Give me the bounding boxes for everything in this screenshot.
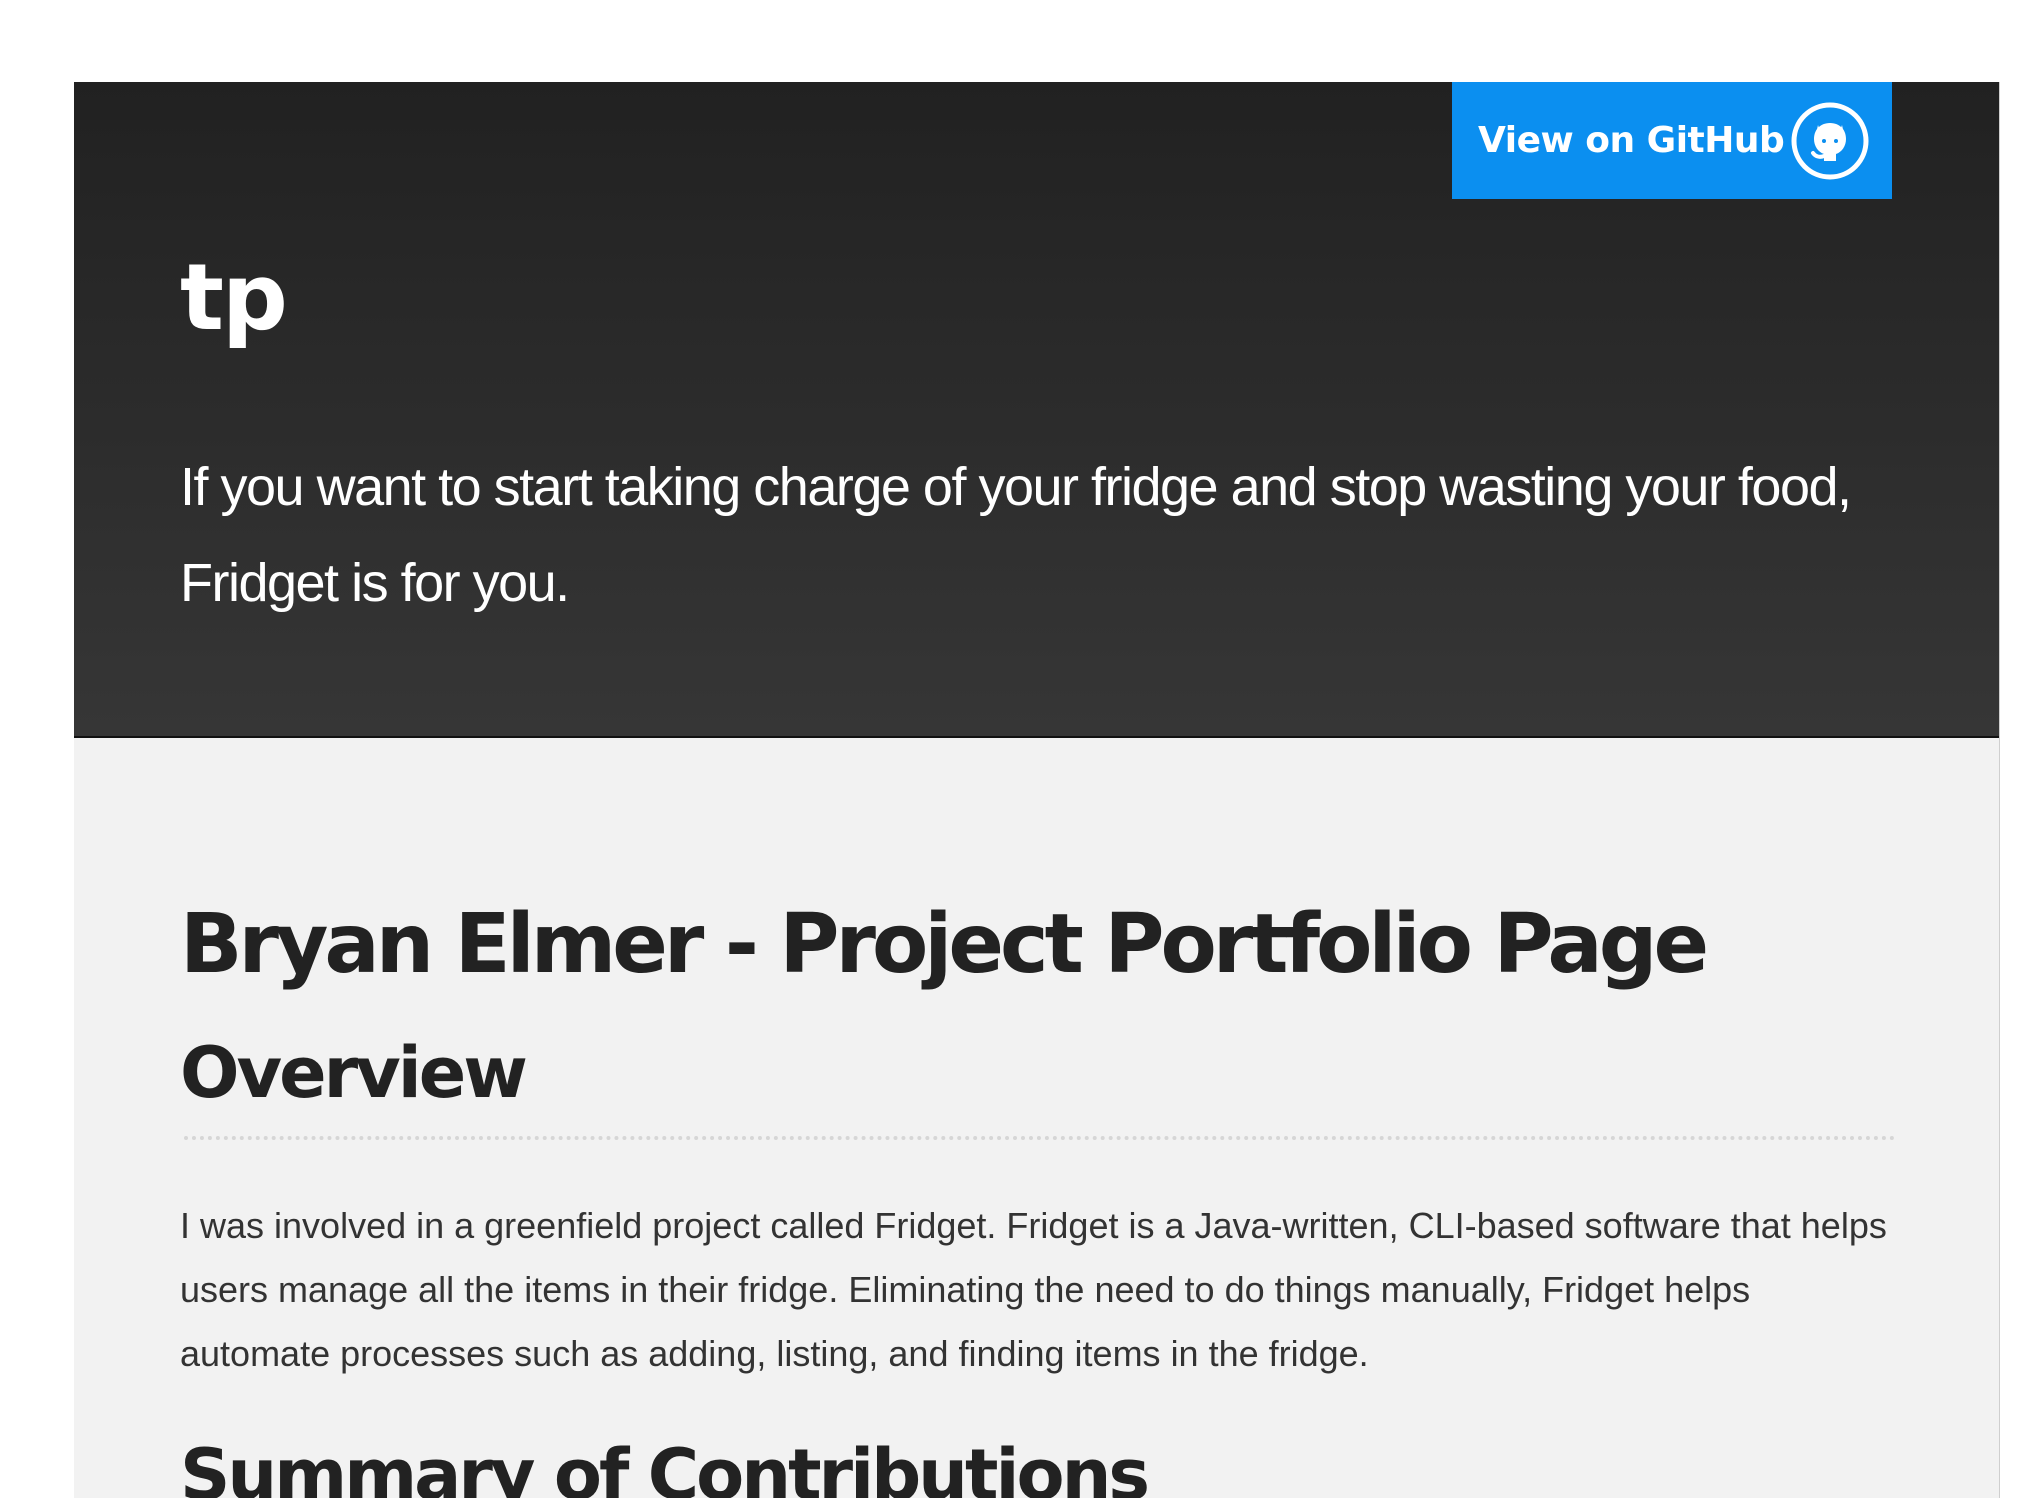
view-on-github-button[interactable]: View on GitHub [1452, 82, 1892, 199]
overview-heading: Overview [180, 1032, 528, 1114]
overview-paragraph: I was involved in a greenfield project c… [180, 1205, 1887, 1374]
summary-heading-partial: Summary of Contributions [180, 1434, 1150, 1498]
site-header: View on GitHub tp If you want to start t… [74, 82, 1999, 738]
github-button-label: View on GitHub [1478, 120, 1785, 161]
section-divider [184, 1136, 1896, 1140]
project-tagline: If you want to start taking charge of yo… [180, 457, 1852, 613]
site-title: tp [180, 244, 288, 351]
page-frame: View on GitHub tp If you want to start t… [74, 82, 2000, 1498]
portfolio-page-title: Bryan Elmer - Project Portfolio Page [180, 897, 1709, 992]
github-icon [1790, 101, 1870, 181]
